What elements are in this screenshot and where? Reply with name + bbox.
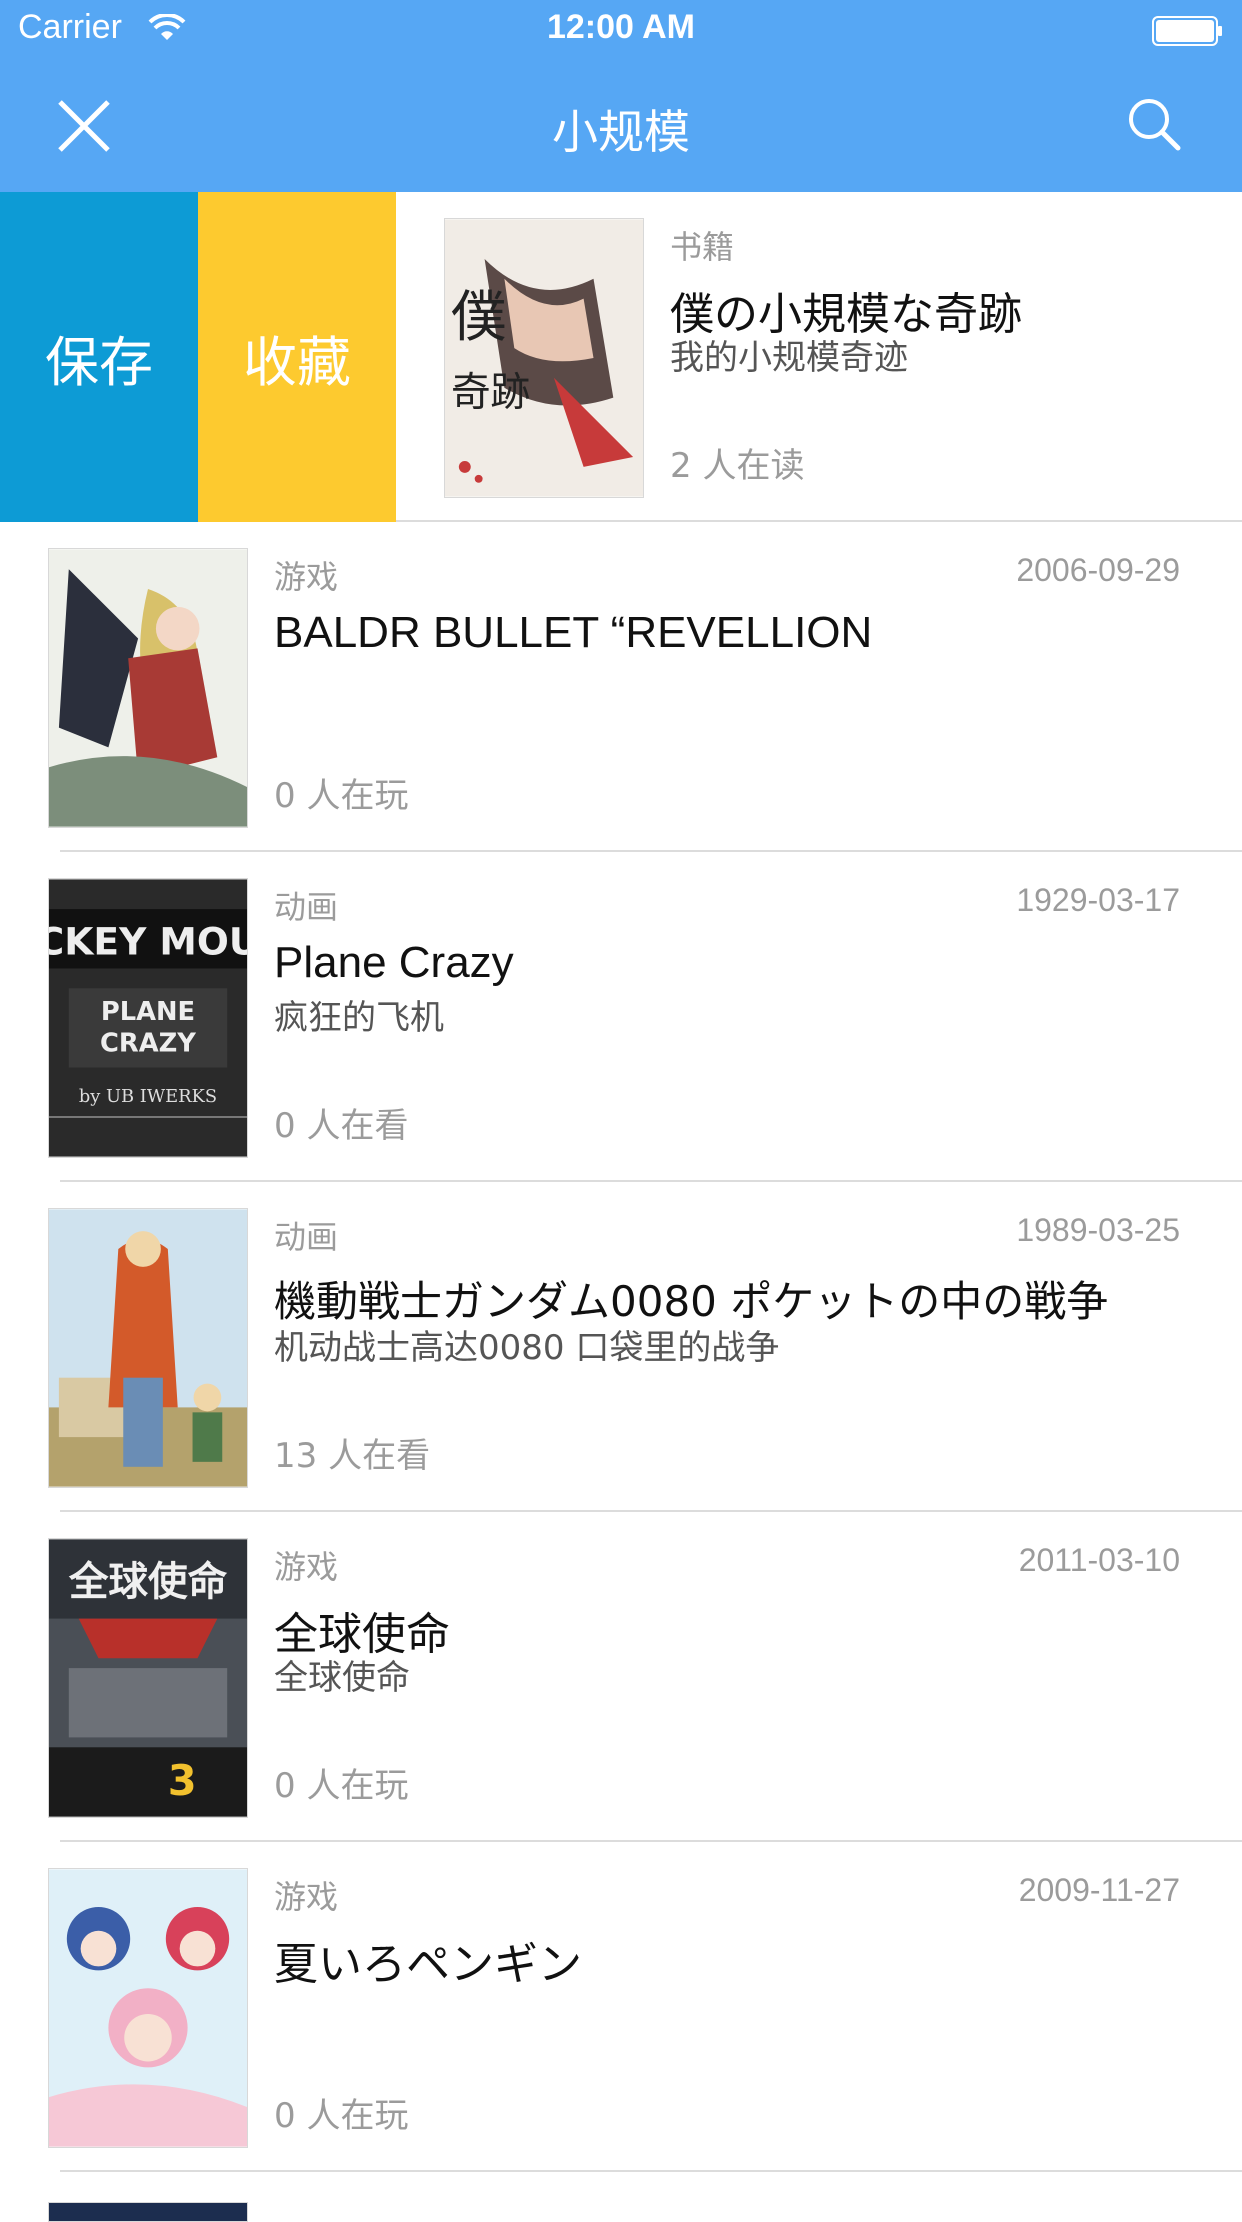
item-date: 2011-03-10 — [1018, 1542, 1180, 1578]
item-type: 游戏 — [274, 1878, 339, 1916]
item-date: 1929-03-17 — [1016, 882, 1180, 918]
svg-text:僕: 僕 — [451, 286, 506, 350]
item-title: 夏いろペンギン — [274, 1939, 582, 1990]
svg-text:CRAZY: CRAZY — [100, 1029, 196, 1059]
item-date: 2009-11-27 — [1018, 1872, 1180, 1908]
svg-text:by UB IWERKS: by UB IWERKS — [79, 1086, 217, 1107]
list-item[interactable]: 游戏 2009-11-27 夏いろペンギン 0 人在玩 — [0, 1842, 1242, 2172]
item-type: 游戏 — [274, 558, 339, 596]
list-item[interactable]: 游戏 2006-09-29 BALDR BULLET “REVELLION 0 … — [0, 522, 1242, 852]
cover-image — [48, 1868, 248, 2148]
svg-text:全球使命: 全球使命 — [68, 1559, 228, 1605]
favorite-button[interactable]: 收藏 — [198, 192, 396, 522]
item-count: 0 人在看 — [274, 1106, 409, 1146]
item-count: 0 人在玩 — [274, 1766, 409, 1806]
svg-text:PLANE: PLANE — [101, 997, 195, 1027]
list-item-content[interactable]: 僕 奇跡 书籍 僕の小規模な奇跡 我的小规模奇迹 2 人在读 — [396, 192, 1242, 522]
list-item[interactable]: 保存 收藏 僕 奇跡 书籍 僕の小規模な奇跡 我的小规模奇迹 2 人在读 — [0, 192, 1242, 522]
item-count: 2 人在读 — [670, 446, 805, 486]
cover-image — [48, 2202, 248, 2222]
item-subtitle: 我的小规模奇迹 — [670, 338, 908, 378]
navigation-header: Carrier 12:00 AM 小规模 — [0, 0, 1242, 192]
item-type: 动画 — [274, 888, 339, 926]
item-type: 游戏 — [274, 1548, 339, 1586]
status-bar: Carrier 12:00 AM — [0, 0, 1242, 62]
item-count: 0 人在玩 — [274, 2096, 409, 2136]
list-item[interactable]: 全球使命 3 游戏 2011-03-10 全球使命 全球使命 0 人在玩 — [0, 1512, 1242, 1842]
item-type: 书籍 — [670, 228, 735, 266]
cover-image: 僕 奇跡 — [444, 218, 644, 498]
battery-icon — [1152, 16, 1222, 46]
page-title: 小规模 — [552, 105, 690, 159]
item-title: Plane Crazy — [274, 938, 514, 987]
item-subtitle: 疯狂的飞机 — [274, 998, 444, 1038]
svg-text:3: 3 — [168, 1756, 197, 1805]
cover-image: 全球使命 3 — [48, 1538, 248, 1818]
item-date: 1989-03-25 — [1016, 1212, 1180, 1248]
result-list: 保存 收藏 僕 奇跡 书籍 僕の小規模な奇跡 我的小规模奇迹 2 人在读 游戏 … — [0, 192, 1242, 2222]
svg-text:CKEY MOU: CKEY MOU — [49, 920, 247, 964]
list-item[interactable] — [0, 2172, 1242, 2222]
item-title: BALDR BULLET “REVELLION — [274, 608, 873, 657]
cover-image — [48, 548, 248, 828]
svg-text:奇跡: 奇跡 — [451, 370, 530, 416]
item-count: 13 人在看 — [274, 1436, 431, 1476]
item-count: 0 人在玩 — [274, 776, 409, 816]
clock: 12:00 AM — [546, 8, 696, 46]
item-date: 2006-09-29 — [1016, 552, 1180, 588]
cover-image: CKEY MOU PLANE CRAZY by UB IWERKS — [48, 878, 248, 1158]
save-button[interactable]: 保存 — [0, 192, 198, 522]
item-subtitle: 机动战士高达0080 口袋里的战争 — [274, 1328, 780, 1368]
item-subtitle: 全球使命 — [274, 1658, 410, 1698]
cover-image — [48, 1208, 248, 1488]
list-item[interactable]: CKEY MOU PLANE CRAZY by UB IWERKS 动画 192… — [0, 852, 1242, 1182]
search-icon[interactable] — [1124, 94, 1184, 154]
item-type: 动画 — [274, 1218, 339, 1256]
list-item[interactable]: 动画 1989-03-25 機動戦士ガンダム0080 ポケットの中の戦争 机动战… — [0, 1182, 1242, 1512]
